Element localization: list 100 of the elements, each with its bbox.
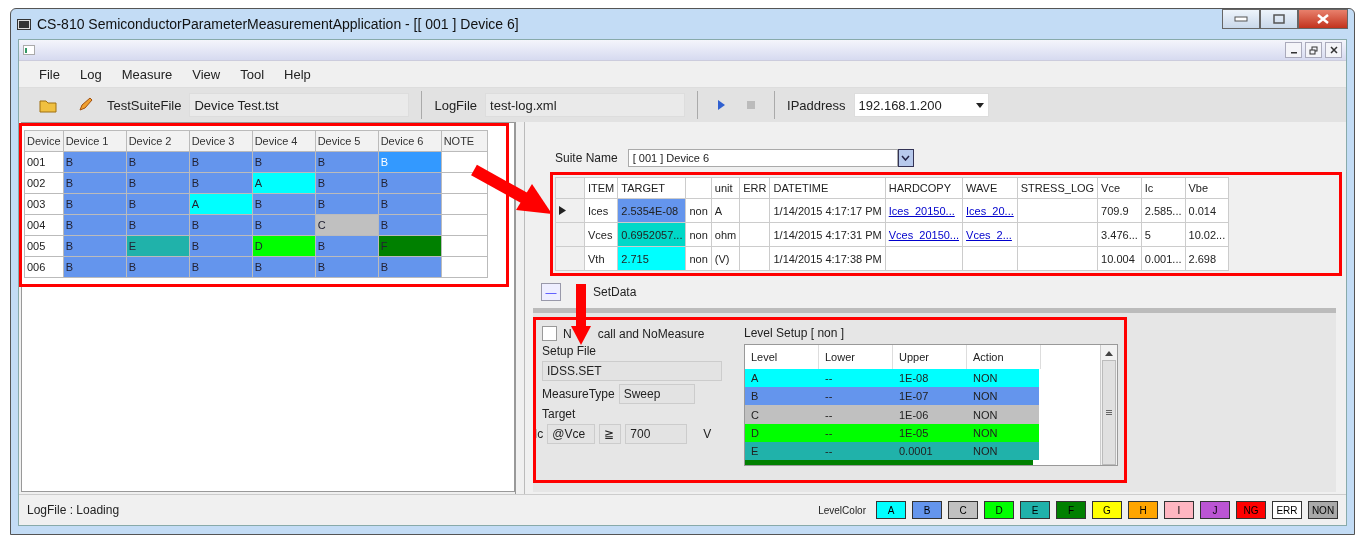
table-cell: 1/14/2015 4:17:17 PM — [769, 198, 886, 223]
test-suite-label: TestSuiteFile — [107, 97, 182, 113]
column-header[interactable]: TARGET — [617, 177, 686, 199]
level-color-button[interactable]: NON — [1308, 501, 1338, 519]
column-header[interactable]: unit — [711, 177, 740, 199]
level-color-button[interactable]: B — [912, 501, 942, 519]
close-button[interactable] — [1298, 9, 1348, 29]
note-cell[interactable] — [441, 235, 488, 257]
suite-name-field[interactable]: [ 001 ] Device 6 — [627, 149, 898, 167]
restore-icon — [1309, 45, 1318, 55]
column-header[interactable]: Device 6 — [378, 130, 442, 152]
menu-item[interactable]: Log — [69, 66, 112, 82]
document-icon — [23, 45, 35, 55]
target-label: Target — [542, 407, 577, 421]
row-id: 001 — [24, 151, 64, 173]
menu-item[interactable]: Tool — [230, 66, 275, 82]
note-cell[interactable] — [441, 214, 488, 236]
close-icon — [1317, 14, 1329, 24]
checkbox[interactable] — [542, 326, 557, 341]
restore-button[interactable] — [1305, 42, 1322, 58]
ip-address-label: IPaddress — [787, 97, 846, 113]
note-cell[interactable] — [441, 256, 488, 278]
menu-item[interactable]: Help — [274, 66, 321, 82]
row-id: 006 — [24, 256, 64, 278]
row-id: 005 — [24, 235, 64, 257]
column-header[interactable]: ITEM — [584, 177, 618, 199]
level-color-button[interactable]: D — [984, 501, 1014, 519]
column-header[interactable]: NOTE — [441, 130, 488, 152]
row-id: 002 — [24, 172, 64, 194]
maximize-button[interactable] — [1260, 9, 1298, 29]
column-header[interactable]: ERR — [739, 177, 770, 199]
setup-file-field[interactable]: IDSS.SET — [542, 361, 722, 381]
scroll-up-icon[interactable] — [1105, 351, 1113, 356]
level-row[interactable]: C -- 1E-06 NON — [745, 405, 1039, 424]
level-color-button[interactable]: G — [1092, 501, 1122, 519]
level-setup-title: Level Setup [ non ] — [744, 326, 846, 340]
collapse-button[interactable]: — — [541, 283, 561, 301]
column-header[interactable]: Device — [24, 130, 64, 152]
setup-file-label: Setup File — [542, 344, 598, 358]
note-cell[interactable] — [441, 151, 488, 173]
set-data-label: SetData — [593, 285, 637, 299]
row-id: 004 — [24, 214, 64, 236]
table-cell: 1/14/2015 4:17:31 PM — [769, 222, 886, 247]
level-color-button[interactable]: I — [1164, 501, 1194, 519]
checkbox-label[interactable]: N — [563, 326, 572, 341]
row-id: 003 — [24, 193, 64, 215]
level-row[interactable]: A -- 1E-08 NON — [745, 369, 1039, 388]
column-header[interactable]: Vce — [1097, 177, 1142, 199]
level-color-button[interactable]: J — [1200, 501, 1230, 519]
target-value-field[interactable]: 700 — [625, 424, 688, 444]
caret-icon — [975, 102, 984, 108]
unit-label: V — [703, 427, 712, 441]
legend-label: LevelColor — [818, 504, 866, 516]
scrollbar-thumb[interactable] — [1102, 360, 1116, 465]
caret-icon — [901, 155, 911, 161]
level-color-button[interactable]: F — [1056, 501, 1086, 519]
column-header[interactable]: DATETIME — [769, 177, 886, 199]
level-row[interactable]: B -- 1E-07 NON — [745, 387, 1039, 406]
suite-name-label: Suite Name — [555, 151, 618, 165]
row-header[interactable] — [555, 198, 585, 223]
app-icon — [17, 18, 31, 30]
table-cell: 1/14/2015 4:17:38 PM — [769, 246, 886, 271]
level-color-button[interactable]: C — [948, 501, 978, 519]
operator-field[interactable]: ≧ — [599, 424, 622, 444]
column-header[interactable]: WAVE — [962, 177, 1018, 199]
log-file-label: LogFile — [434, 97, 478, 113]
menu-item[interactable]: File — [29, 66, 70, 82]
minimize-icon — [1234, 16, 1248, 22]
checkbox-label[interactable]: call and NoMeasure — [597, 326, 705, 341]
level-color-button[interactable]: A — [876, 501, 906, 519]
close-button[interactable] — [1325, 42, 1342, 58]
column-header[interactable]: Device 4 — [252, 130, 316, 152]
level-color-button[interactable]: E — [1020, 501, 1050, 519]
column-header[interactable]: Vbe — [1185, 177, 1229, 199]
minimize-button[interactable] — [1285, 42, 1302, 58]
column-header[interactable]: Ic — [1141, 177, 1185, 199]
note-cell[interactable] — [441, 193, 488, 215]
test-suite-field[interactable]: Device Test.tst — [189, 93, 410, 117]
measure-type-field[interactable]: Sweep — [618, 384, 695, 404]
menu-item[interactable]: Measure — [111, 66, 183, 82]
menu-item[interactable]: View — [182, 66, 231, 82]
column-header[interactable]: Device 5 — [315, 130, 379, 152]
column-header[interactable]: STRESS_LOG — [1017, 177, 1098, 199]
column-header[interactable]: Device 3 — [189, 130, 253, 152]
condition-field[interactable]: @Vce — [547, 424, 596, 444]
level-color-button[interactable]: NG — [1236, 501, 1266, 519]
window-title: CS-810 SemiconductorParameterMeasurementApplication - [[ 001 ] Device 6] — [37, 16, 519, 32]
column-header[interactable]: Device 2 — [126, 130, 190, 152]
column-header[interactable]: HARDCOPY — [885, 177, 963, 199]
measure-type-label: MeasureType — [542, 387, 615, 401]
current-row-icon — [559, 205, 566, 215]
level-color-button[interactable]: H — [1128, 501, 1158, 519]
close-icon — [1329, 46, 1338, 54]
ip-address-dropdown[interactable]: 192.168.1.200 — [853, 93, 989, 117]
level-color-button[interactable]: ERR — [1272, 501, 1302, 519]
minimize-button[interactable] — [1222, 9, 1260, 29]
log-file-field[interactable]: test-log.xml — [485, 93, 686, 117]
column-header[interactable]: Device 1 — [63, 130, 127, 152]
splitter[interactable] — [515, 122, 525, 494]
maximize-icon — [1273, 14, 1285, 24]
